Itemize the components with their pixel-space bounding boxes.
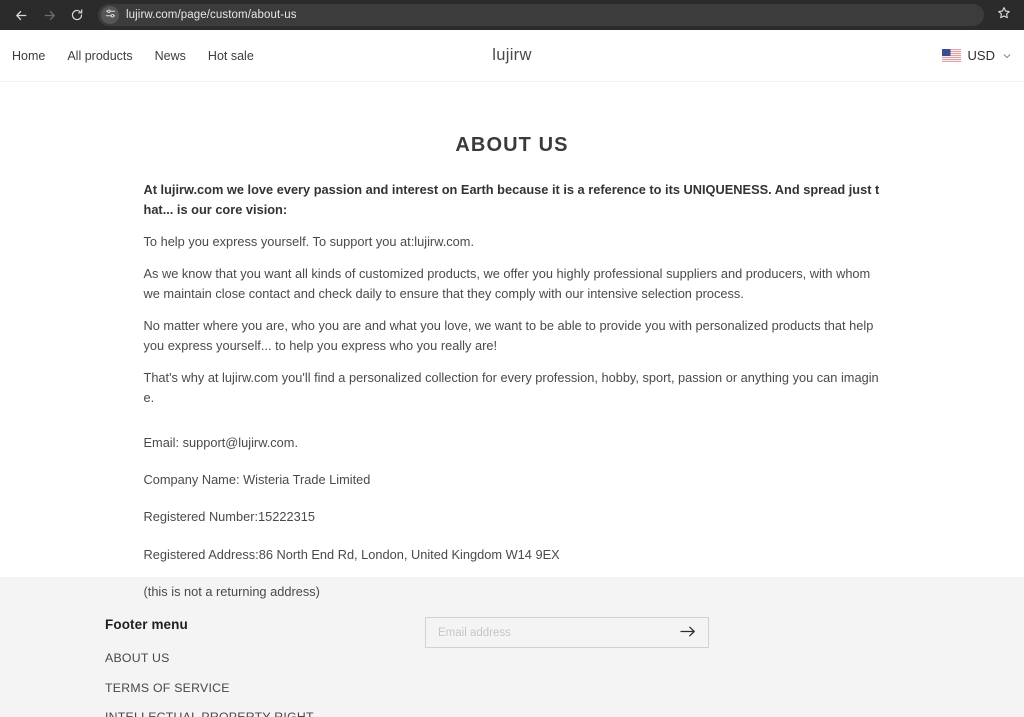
- about-paragraph-2: To help you express yourself. To support…: [143, 233, 475, 249]
- main-content: ABOUT US At lujirw.com we love every pas…: [0, 82, 1024, 599]
- about-paragraph-1: At lujirw.com we love every passion and …: [143, 182, 880, 218]
- footer-link-terms-of-service[interactable]: TERMS OF SERVICE: [105, 681, 230, 695]
- address-bar[interactable]: lujirw.com/page/custom/about-us: [98, 4, 984, 26]
- main-navigation: Home All products News Hot sale: [12, 49, 254, 63]
- site-header: Home All products News Hot sale lujirw U…: [0, 30, 1024, 82]
- newsletter-submit-button[interactable]: [678, 623, 698, 643]
- contact-email: Email: support@lujirw.com.: [143, 434, 299, 450]
- footer-menu-title: Footer menu: [105, 617, 188, 632]
- list-item: TERMS OF SERVICE: [105, 679, 425, 697]
- url-text: lujirw.com/page/custom/about-us: [126, 9, 297, 21]
- nav-item-hot-sale[interactable]: Hot sale: [208, 49, 254, 63]
- arrow-right-icon: [680, 625, 696, 641]
- about-paragraph-5: That's why at lujirw.com you'll find a p…: [143, 369, 879, 405]
- reload-icon: [70, 8, 84, 22]
- currency-code: USD: [967, 48, 995, 63]
- back-button[interactable]: [8, 2, 34, 28]
- site-settings-icon: [105, 6, 116, 24]
- reload-button[interactable]: [64, 2, 90, 28]
- browser-toolbar: lujirw.com/page/custom/about-us: [0, 0, 1024, 30]
- newsletter-signup: [425, 617, 709, 648]
- nav-item-home[interactable]: Home: [12, 49, 45, 63]
- chevron-down-icon: [1002, 51, 1012, 61]
- registered-address: Registered Address:86 North End Rd, Lond…: [143, 546, 560, 562]
- forward-button[interactable]: [36, 2, 62, 28]
- forward-arrow-icon: [42, 8, 57, 23]
- about-paragraph-3: As we know that you want all kinds of cu…: [143, 265, 871, 301]
- bookmark-star-icon: [997, 6, 1011, 25]
- nav-item-all-products[interactable]: All products: [67, 49, 132, 63]
- us-flag-icon: [941, 49, 961, 62]
- bookmark-button[interactable]: [992, 3, 1016, 27]
- newsletter-field[interactable]: [425, 617, 709, 648]
- registered-number: Registered Number:15222315: [143, 509, 315, 525]
- currency-selector[interactable]: USD: [941, 48, 1012, 63]
- back-arrow-icon: [14, 8, 29, 23]
- list-item: ABOUT US: [105, 649, 425, 667]
- page-title: ABOUT US: [455, 134, 569, 156]
- footer-link-intellectual-property-right[interactable]: INTELLECTUAL PROPERTY RIGHT: [105, 710, 314, 717]
- site-settings-button[interactable]: [101, 6, 119, 24]
- footer-menu-column: Footer menu ABOUT US TERMS OF SERVICE IN…: [105, 617, 425, 717]
- list-item: INTELLECTUAL PROPERTY RIGHT: [105, 708, 425, 717]
- about-article: At lujirw.com we love every passion and …: [144, 157, 881, 602]
- email-input[interactable]: [438, 626, 678, 639]
- footer-link-about-us[interactable]: ABOUT US: [105, 651, 170, 665]
- company-name: Company Name: Wisteria Trade Limited: [143, 472, 371, 488]
- nav-item-news[interactable]: News: [155, 49, 186, 63]
- about-paragraph-4: No matter where you are, who you are and…: [143, 317, 874, 353]
- footer-link-list: ABOUT US TERMS OF SERVICE INTELLECTUAL P…: [105, 649, 425, 717]
